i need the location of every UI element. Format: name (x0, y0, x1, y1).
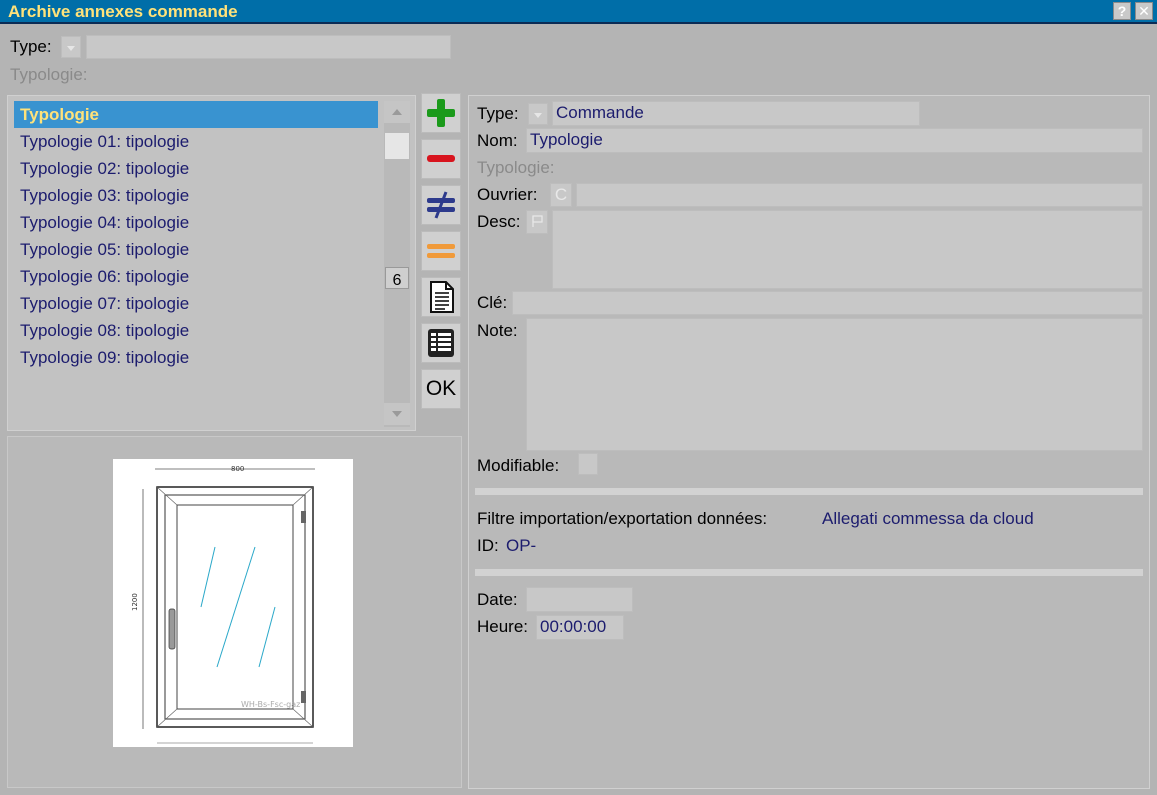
desc-label: Desc: (477, 212, 521, 231)
desc-textarea[interactable] (552, 210, 1143, 289)
nom-label: Nom: (477, 131, 518, 150)
document-icon (430, 281, 454, 313)
separator-1 (475, 488, 1143, 495)
filter-type-label: Type: (10, 37, 52, 56)
plus-icon (427, 99, 455, 127)
ouvrier-lookup-button[interactable]: C (550, 183, 572, 207)
id-label: ID: (477, 536, 499, 555)
window-drawing-preview: 800 1200 WH-Bs-Fsc-gaz (113, 459, 353, 747)
modifiable-label: Modifiable: (477, 456, 560, 475)
table-button[interactable] (421, 323, 461, 363)
list-item[interactable]: Typologie 09: tipologie (14, 344, 378, 371)
list-item[interactable]: Typologie 08: tipologie (14, 317, 378, 344)
add-button[interactable] (421, 93, 461, 133)
help-button[interactable]: ? (1113, 2, 1131, 20)
detail-type-input[interactable]: Commande (552, 101, 920, 126)
close-button[interactable]: ✕ (1135, 2, 1153, 20)
typology-list-panel: Typologie Typologie 01: tipologie Typologi… (7, 95, 416, 431)
dim-height: 1200 (131, 593, 139, 611)
note-textarea[interactable] (526, 318, 1143, 451)
filter-type-dropdown[interactable] (61, 36, 81, 58)
filter-type-input[interactable] (86, 35, 451, 59)
scroll-up-arrow-icon[interactable] (384, 101, 410, 123)
item-count-badge: 9 (385, 267, 409, 289)
list-item[interactable]: Typologie (14, 101, 378, 128)
equal-button[interactable] (421, 231, 461, 271)
flag-icon (532, 215, 543, 227)
heure-input[interactable]: 00:00:00 (536, 615, 624, 640)
table-icon (428, 329, 454, 357)
preview-caption: WH-Bs-Fsc-gaz (241, 700, 300, 709)
ok-label: OK (425, 377, 457, 400)
cle-label: Clé: (477, 293, 508, 312)
preview-panel: 800 1200 WH-Bs-Fsc-gaz (7, 436, 462, 788)
desc-language-button[interactable] (526, 210, 548, 234)
window-title: Archive annexes commande (8, 2, 238, 21)
list-item[interactable]: Typologie 07: tipologie (14, 290, 378, 317)
cle-input[interactable] (512, 291, 1143, 315)
different-button[interactable] (421, 185, 461, 225)
list-scrollbar[interactable]: 9 (384, 101, 410, 427)
detail-type-dropdown[interactable] (528, 103, 548, 125)
filter-typologie-label: Typologie: (10, 65, 88, 84)
list-item[interactable]: Typologie 05: tipologie (14, 236, 378, 263)
list-item[interactable]: Typologie 06: tipologie (14, 263, 378, 290)
title-bar: Archive annexes commande ? ✕ (0, 0, 1157, 24)
not-equal-icon (427, 191, 455, 219)
date-input[interactable] (526, 587, 633, 612)
detail-type-label: Type: (477, 104, 519, 123)
minus-icon (427, 155, 455, 162)
equal-icon (427, 244, 455, 258)
filtre-label: Filtre importation/exportation données: (477, 509, 768, 528)
ouvrier-input[interactable] (576, 183, 1143, 207)
date-label: Date: (477, 590, 518, 609)
heure-label: Heure: (477, 617, 529, 636)
ouvrier-label: Ouvrier: (477, 185, 538, 204)
remove-button[interactable] (421, 139, 461, 179)
scroll-thumb[interactable] (385, 133, 409, 159)
separator-2 (475, 569, 1143, 576)
window-drawing: 800 1200 WH-Bs-Fsc-gaz (131, 465, 315, 744)
id-value: OP- (506, 536, 537, 555)
nom-input[interactable]: Typologie (526, 128, 1143, 153)
list-item[interactable]: Typologie 03: tipologie (14, 182, 378, 209)
list-item[interactable]: Typologie 04: tipologie (14, 209, 378, 236)
modifiable-checkbox[interactable] (578, 453, 598, 475)
dim-width: 800 (231, 465, 244, 473)
detail-typologie-label: Typologie: (477, 158, 555, 177)
scroll-down-arrow-icon[interactable] (384, 403, 410, 425)
note-label: Note: (477, 321, 518, 340)
ok-button[interactable]: OK (421, 369, 461, 409)
list-item[interactable]: Typologie 01: tipologie (14, 128, 378, 155)
list-item[interactable]: Typologie 02: tipologie (14, 155, 378, 182)
document-button[interactable] (421, 277, 461, 317)
filtre-value: Allegati commessa da cloud (822, 509, 1034, 528)
